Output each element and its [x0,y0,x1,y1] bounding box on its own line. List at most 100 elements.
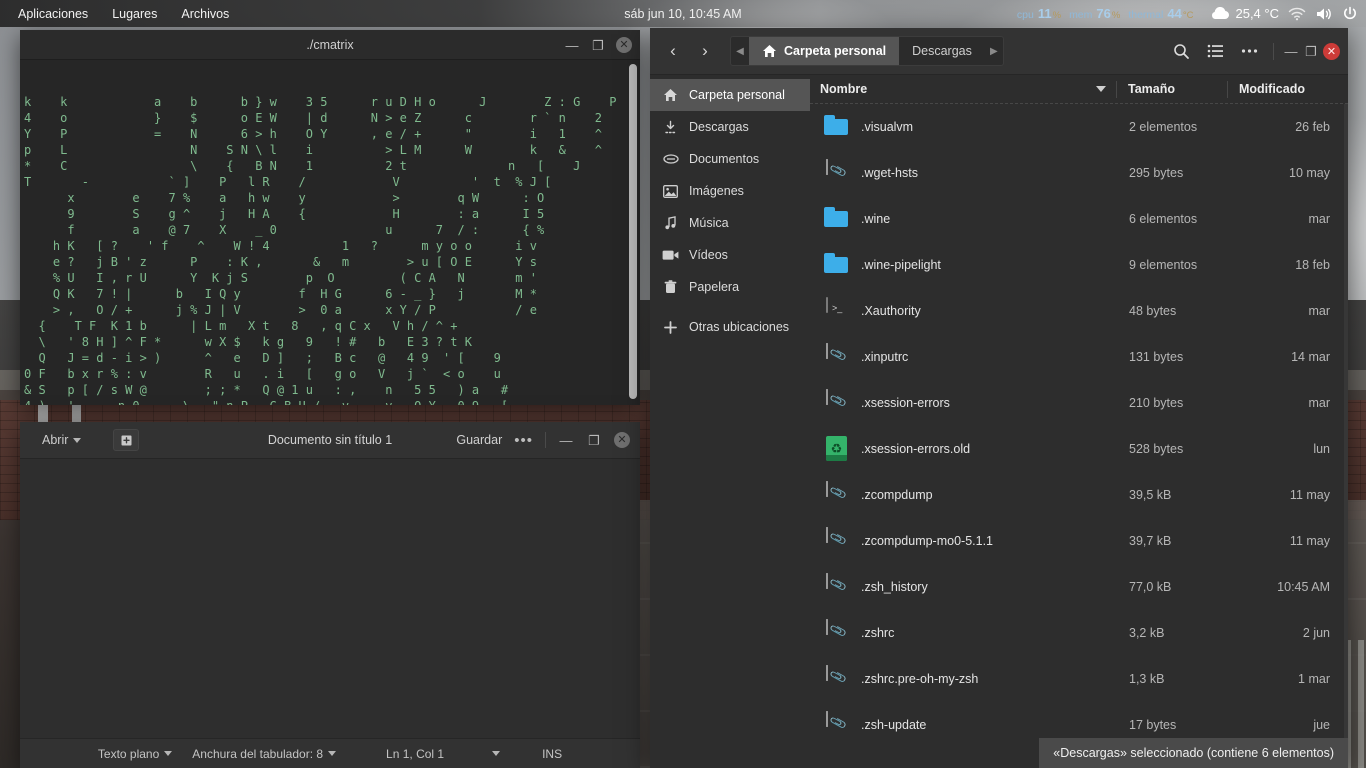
sidebar-separator [650,303,810,311]
file-name: .zcompdump-mo0-5.1.1 [861,534,994,548]
volume-icon[interactable] [1315,7,1333,21]
table-row[interactable]: 📎 .zsh_history 77,0 kB 10:45 AM [810,564,1348,610]
breadcrumb-item-home[interactable]: Carpeta personal [749,37,900,65]
column-header-name[interactable]: Nombre [810,82,1116,96]
tab-width-label: Anchura del tabulador: 8 [192,746,324,761]
places-menu[interactable]: Lugares [100,3,169,25]
terminal-maximize-button[interactable]: ❐ [590,37,606,53]
panel-clock[interactable]: sáb jun 10, 10:45 AM [533,7,833,21]
tab-width-selector[interactable]: Anchura del tabulador: 8 [182,747,346,761]
table-row[interactable]: .wine-pipelight 9 elementos 18 feb [810,242,1348,288]
cpu-monitor[interactable]: cpu 11 % [1017,6,1061,21]
text-editor-window[interactable]: Abrir Documento sin título 1 Guardar •••… [20,422,640,768]
text-file-icon: 📎 [826,159,848,180]
cmatrix-line: Y P = N 6 > h O Y , e / + " i 1 ^ [24,127,602,141]
sidebar-item-documentos[interactable]: Documentos [650,143,810,175]
column-header-size[interactable]: Tamaño [1117,82,1227,96]
applications-menu[interactable]: Aplicaciones [6,3,100,25]
music-icon [662,216,679,230]
cpu-unit: % [1052,10,1062,21]
weather-indicator[interactable]: 25,4 °C [1210,6,1279,21]
files-maximize-button[interactable]: ❐ [1303,43,1319,59]
file-list-scrollbar[interactable] [1344,104,1348,768]
sidebar-item-música[interactable]: Música [650,207,810,239]
thermal-monitor[interactable]: thermal 44 °C [1128,6,1193,21]
table-row[interactable]: 📎 .zcompdump-mo0-5.1.1 39,7 kB 11 may [810,518,1348,564]
search-icon[interactable] [1166,36,1196,66]
table-row[interactable]: 📎 .xsession-errors 210 bytes mar [810,380,1348,426]
terminal-scrollbar[interactable] [629,64,637,399]
table-row[interactable]: >_ .Xauthority 48 bytes mar [810,288,1348,334]
language-selector[interactable]: Texto plano [88,747,182,761]
file-name: .Xauthority [861,304,921,318]
position-dropdown[interactable] [482,751,510,756]
terminal-titlebar[interactable]: ./cmatrix — ❐ ✕ [20,30,640,60]
editor-minimize-button[interactable]: — [558,432,574,448]
breadcrumb-scroll-left[interactable]: ◀ [731,37,749,65]
terminal-output[interactable]: k k a b b } w 3 5 r u D H o J Z : G P 4 o… [20,60,640,405]
file-modified: 18 feb [1295,258,1330,272]
editor-menu-button[interactable]: ••• [514,432,533,449]
sidebar-item-otras-ubicaciones[interactable]: Otras ubicaciones [650,311,810,343]
download-icon [662,120,679,135]
cmatrix-line: Q K 7 ! | b I Q y f H G 6 - _ } j M * [24,287,537,301]
file-modified: 26 feb [1295,120,1330,134]
folder-icon [824,206,848,232]
file-size: 39,5 kB [1129,488,1172,502]
editor-text-area[interactable] [20,459,640,738]
file-name-cell: 📎 .wget-hsts [810,159,1118,186]
table-row[interactable]: .wine 6 elementos mar [810,196,1348,242]
folder-icon [824,114,848,140]
cmatrix-line: p L N S N \ l i > L M W k & ^ [24,143,602,157]
save-button[interactable]: Guardar [456,433,502,447]
files-minimize-button[interactable]: — [1283,43,1299,59]
editor-header-actions: Guardar ••• — ❐ ✕ [456,432,634,449]
cursor-position-label: Ln 1, Col 1 [386,746,445,761]
home-icon [762,44,777,58]
table-row[interactable]: 📎 .wget-hsts 295 bytes 10 may [810,150,1348,196]
back-button[interactable]: ‹ [658,36,688,66]
table-row[interactable]: ♻ .xsession-errors.old 528 bytes lun [810,426,1348,472]
memory-monitor[interactable]: mem 76 % [1069,6,1120,21]
trash-icon [662,280,679,294]
open-button[interactable]: Abrir [34,429,89,451]
file-manager-window[interactable]: ‹ › ◀ Carpeta personal Descargas ▶ — ❐ ✕… [650,28,1348,768]
files-close-button[interactable]: ✕ [1323,42,1340,60]
breadcrumb-scroll-right[interactable]: ▶ [985,37,1003,65]
column-header-modified[interactable]: Modificado [1228,82,1348,96]
wifi-icon[interactable] [1288,7,1306,21]
table-row[interactable]: 📎 .zshrc.pre-oh-my-zsh 1,3 kB 1 mar [810,656,1348,702]
breadcrumb: ◀ Carpeta personal Descargas ▶ [730,36,1004,66]
cursor-position[interactable]: Ln 1, Col 1 [376,747,454,761]
terminal-title: ./cmatrix [306,37,354,52]
files-sidebar: Carpeta personal Descargas Documentos Imáge… [650,75,810,768]
file-size: 39,7 kB [1129,534,1172,548]
power-icon[interactable] [1342,6,1358,22]
file-name: .visualvm [861,120,914,134]
file-name-cell: .visualvm [810,114,1118,140]
table-row[interactable]: 📎 .zcompdump 39,5 kB 11 may [810,472,1348,518]
cmatrix-line: 4 o } $ o E W | d N > e Z c r ` n 2 [24,111,602,125]
editor-close-button[interactable]: ✕ [614,432,630,448]
terminal-window[interactable]: ./cmatrix — ❐ ✕ k k a b b } w 3 5 r u D … [20,30,640,405]
breadcrumb-item-downloads[interactable]: Descargas [899,37,985,65]
terminal-close-button[interactable]: ✕ [616,37,632,53]
sidebar-item-papelera[interactable]: Papelera [650,271,810,303]
table-row[interactable]: 📎 .zshrc 3,2 kB 2 jun [810,610,1348,656]
files-menu[interactable]: Archivos [169,3,241,25]
new-document-button[interactable] [113,429,140,451]
menu-icon[interactable] [1234,36,1264,66]
sidebar-item-imágenes[interactable]: Imágenes [650,175,810,207]
sidebar-item-carpeta-personal[interactable]: Carpeta personal [650,79,810,111]
sidebar-item-vídeos[interactable]: Vídeos [650,239,810,271]
sidebar-item-descargas[interactable]: Descargas [650,111,810,143]
table-row[interactable]: 📎 .xinputrc 131 bytes 14 mar [810,334,1348,380]
terminal-minimize-button[interactable]: — [564,37,580,53]
editor-maximize-button[interactable]: ❐ [586,432,602,448]
forward-button[interactable]: › [690,36,720,66]
list-view-icon[interactable] [1200,36,1230,66]
file-modified: 10:45 AM [1277,580,1330,594]
table-row[interactable]: .visualvm 2 elementos 26 feb [810,104,1348,150]
files-headerbar: ‹ › ◀ Carpeta personal Descargas ▶ — ❐ ✕ [650,28,1348,75]
files-header-actions: — ❐ ✕ [1166,36,1340,66]
